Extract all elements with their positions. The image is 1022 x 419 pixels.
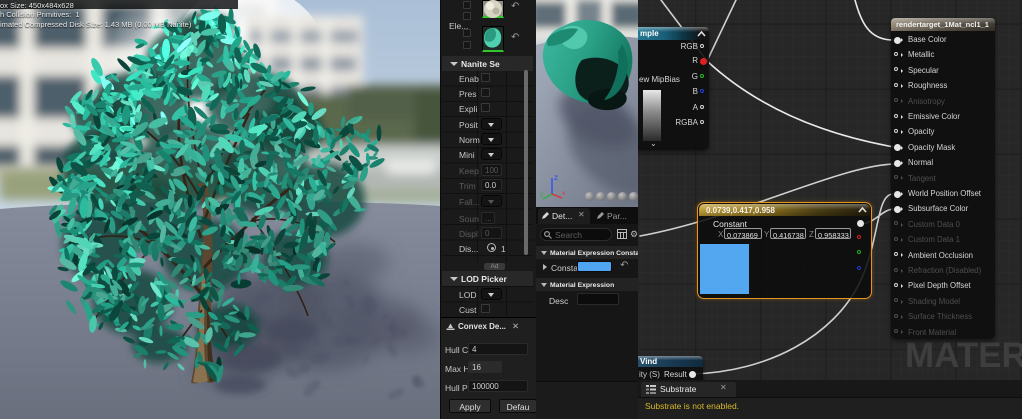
- svg-text:y: y: [540, 192, 543, 198]
- svg-text:Z: Z: [554, 175, 558, 182]
- svg-text:x: x: [562, 191, 565, 197]
